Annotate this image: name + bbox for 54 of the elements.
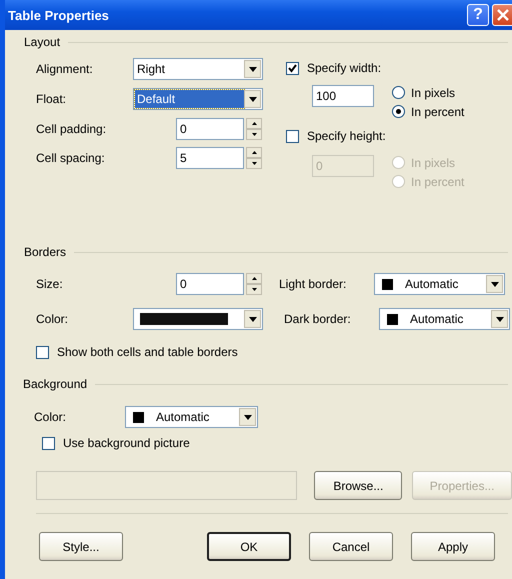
group-heading: Borders	[24, 245, 66, 259]
checkbox-label: Specify height:	[307, 129, 386, 143]
field-label: Dark border:	[284, 312, 352, 326]
caret-icon	[490, 282, 498, 286]
field-label: Cell spacing:	[36, 151, 106, 165]
window-title: Table Properties	[8, 8, 110, 22]
spin-buttons[interactable]	[246, 273, 262, 295]
field-label: Light border:	[279, 277, 348, 291]
field-label: Alignment:	[36, 62, 94, 76]
field-label: Size:	[36, 277, 64, 291]
color-dropdown[interactable]: Automatic	[379, 308, 510, 330]
help-button[interactable]: ?	[467, 4, 489, 26]
group-heading: Background	[23, 377, 88, 391]
dialog-button[interactable]: OK	[207, 532, 291, 561]
dropdown[interactable]: Right	[133, 58, 263, 80]
dialog-button[interactable]: Style...	[39, 532, 123, 561]
number-field[interactable]: 0	[176, 273, 244, 295]
size-field[interactable]: 100	[312, 85, 374, 107]
field-label: Cell padding:	[36, 122, 108, 136]
dialog-button[interactable]: Apply	[411, 532, 495, 561]
field-label: Float:	[36, 92, 68, 106]
radio-button[interactable]	[392, 105, 405, 118]
number-field[interactable]: 5	[176, 147, 244, 169]
radio-button[interactable]	[392, 86, 405, 99]
dropdown[interactable]: Default	[133, 88, 263, 110]
field-label: Color:	[36, 312, 70, 326]
dialog-button[interactable]: Cancel	[309, 532, 393, 561]
caret-icon	[248, 96, 256, 102]
caret-icon	[248, 66, 256, 72]
checkbox-label: Use background picture	[63, 436, 190, 450]
radio-label: In percent	[411, 104, 464, 118]
close-button[interactable]	[492, 4, 512, 26]
checkbox[interactable]	[286, 62, 299, 74]
checkbox[interactable]	[36, 346, 49, 358]
close-icon	[496, 8, 510, 22]
color-dropdown[interactable]: Automatic	[374, 273, 505, 295]
caret-icon	[244, 414, 252, 420]
checkbox-label: Specify width:	[307, 61, 382, 75]
caret-icon	[248, 316, 256, 322]
caret-icon	[496, 316, 504, 322]
radio-label: In pixels	[411, 86, 456, 100]
checkbox[interactable]	[42, 436, 55, 450]
picture-path-field[interactable]	[36, 471, 298, 500]
browse-button[interactable]: Browse...	[314, 471, 402, 500]
color-dropdown[interactable]: Automatic	[125, 406, 258, 428]
field-label: Color:	[34, 410, 68, 424]
number-field[interactable]: 0	[176, 118, 244, 140]
checkbox-label: Show both cells and table borders	[57, 345, 238, 359]
group-heading: Layout	[24, 35, 60, 49]
color-dropdown[interactable]	[133, 308, 263, 330]
radio-label: In percent	[411, 174, 464, 188]
radio-label: In pixels	[411, 156, 456, 170]
spin-buttons[interactable]	[246, 118, 262, 140]
spin-buttons[interactable]	[246, 147, 262, 169]
